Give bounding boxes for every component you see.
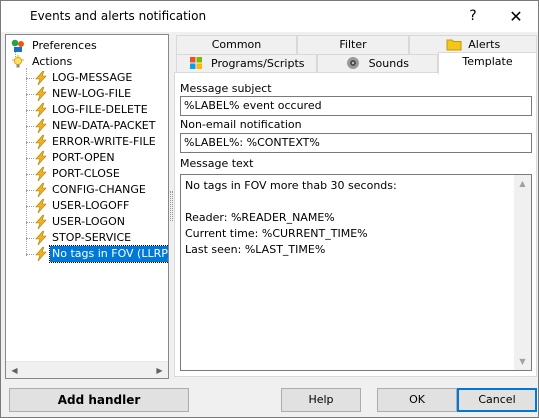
tab-label: Filter (339, 38, 367, 51)
dialog-window: Events and alerts notification ? ✕ Prefe… (0, 0, 539, 418)
lightning-icon (34, 182, 48, 198)
tree-action-item[interactable]: No tags in FOV (LLRP_ (6, 245, 168, 263)
cancel-button[interactable]: Cancel (457, 388, 537, 412)
tree-action-item[interactable]: LOG-MESSAGE (6, 70, 168, 86)
tree-action-label: ERROR-WRITE-FILE (52, 135, 156, 148)
tree-action-item[interactable]: PORT-OPEN (6, 150, 168, 166)
tab-label: Template (462, 55, 513, 68)
tree-action-label: No tags in FOV (LLRP_ (48, 245, 168, 263)
tree-action-item[interactable]: ERROR-WRITE-FILE (6, 134, 168, 150)
message-text-label: Message text (180, 157, 254, 170)
tab-label: Programs/Scripts (211, 57, 305, 70)
lightning-icon (34, 150, 48, 166)
tab-sounds[interactable]: Sounds (317, 54, 438, 74)
tree-item-preferences[interactable]: Preferences (6, 38, 168, 54)
message-vertical-scrollbar[interactable]: ▲ ▼ (514, 175, 531, 370)
splitter-grip[interactable] (170, 191, 173, 221)
tree-action-label: USER-LOGOFF (52, 199, 130, 212)
tree-item-label: Preferences (32, 39, 97, 52)
message-text-content[interactable]: No tags in FOV more thab 30 seconds: Rea… (185, 178, 515, 258)
lightning-icon (34, 102, 48, 118)
title-bar: Events and alerts notification ? ✕ (1, 1, 538, 32)
tree-action-item[interactable]: NEW-LOG-FILE (6, 86, 168, 102)
lightning-icon (34, 246, 48, 262)
scroll-right-icon[interactable]: ▶ (151, 362, 168, 378)
message-text-area[interactable]: No tags in FOV more thab 30 seconds: Rea… (180, 174, 532, 371)
template-panel: Message subject %LABEL% event occured No… (174, 72, 537, 377)
add-handler-button[interactable]: Add handler (9, 388, 189, 412)
handlers-tree[interactable]: Preferences Actions LOG-MESSAGE NEW-LOG-F… (5, 34, 169, 379)
lightning-icon (34, 70, 48, 86)
close-button[interactable]: ✕ (499, 1, 533, 32)
lightning-icon (34, 198, 48, 214)
tree-action-item[interactable]: CONFIG-CHANGE (6, 182, 168, 198)
lightning-icon (34, 86, 48, 102)
tab-label: Alerts (468, 38, 501, 51)
tree-item-label: Actions (32, 55, 73, 68)
speaker-icon (346, 56, 360, 70)
subject-field[interactable]: %LABEL% event occured (180, 96, 532, 116)
tab-label: Sounds (368, 57, 409, 70)
windows-logo-icon (189, 56, 203, 70)
lightning-icon (34, 166, 48, 182)
tree-horizontal-scrollbar[interactable]: ◀ ▶ (6, 361, 168, 378)
lightning-icon (34, 134, 48, 150)
alerts-folder-icon (446, 37, 462, 51)
ok-button[interactable]: OK (377, 388, 457, 412)
tree-action-label: NEW-LOG-FILE (52, 87, 132, 100)
tree-action-item[interactable]: PORT-CLOSE (6, 166, 168, 182)
tree-action-label: STOP-SERVICE (52, 231, 132, 244)
tree-action-item[interactable]: STOP-SERVICE (6, 230, 168, 246)
tree-action-item[interactable]: USER-LOGON (6, 214, 168, 230)
tab-filter[interactable]: Filter (297, 35, 409, 55)
scroll-up-icon[interactable]: ▲ (514, 175, 531, 192)
help-button[interactable]: Help (281, 388, 361, 412)
tree-action-label: CONFIG-CHANGE (52, 183, 146, 196)
tree-action-item[interactable]: LOG-FILE-DELETE (6, 102, 168, 118)
scroll-down-icon[interactable]: ▼ (514, 353, 531, 370)
actions-bulb-icon (11, 55, 25, 69)
nonemail-label: Non-email notification (180, 118, 302, 131)
tree-action-label: LOG-MESSAGE (52, 71, 133, 84)
subject-label: Message subject (180, 82, 272, 95)
tab-label: Common (211, 38, 262, 51)
preferences-icon (11, 39, 25, 53)
scroll-left-icon[interactable]: ◀ (6, 362, 23, 378)
tree-action-label: USER-LOGON (52, 215, 125, 228)
help-title-button[interactable]: ? (456, 1, 490, 32)
nonemail-field[interactable]: %LABEL%: %CONTEXT% (180, 133, 532, 153)
window-title: Events and alerts notification (30, 9, 207, 23)
tree-action-label: PORT-CLOSE (52, 167, 120, 180)
tab-template[interactable]: Template (438, 52, 537, 74)
tab-programs-scripts[interactable]: Programs/Scripts (176, 54, 317, 74)
tab-common[interactable]: Common (176, 35, 297, 55)
lightning-icon (34, 230, 48, 246)
tree-action-item[interactable]: NEW-DATA-PACKET (6, 118, 168, 134)
tree-action-label: NEW-DATA-PACKET (52, 119, 156, 132)
tree-action-label: LOG-FILE-DELETE (52, 103, 148, 116)
lightning-icon (34, 118, 48, 134)
tree-action-label: PORT-OPEN (52, 151, 115, 164)
lightning-icon (34, 214, 48, 230)
tree-action-item[interactable]: USER-LOGOFF (6, 198, 168, 214)
tree-item-actions[interactable]: Actions (6, 54, 168, 70)
